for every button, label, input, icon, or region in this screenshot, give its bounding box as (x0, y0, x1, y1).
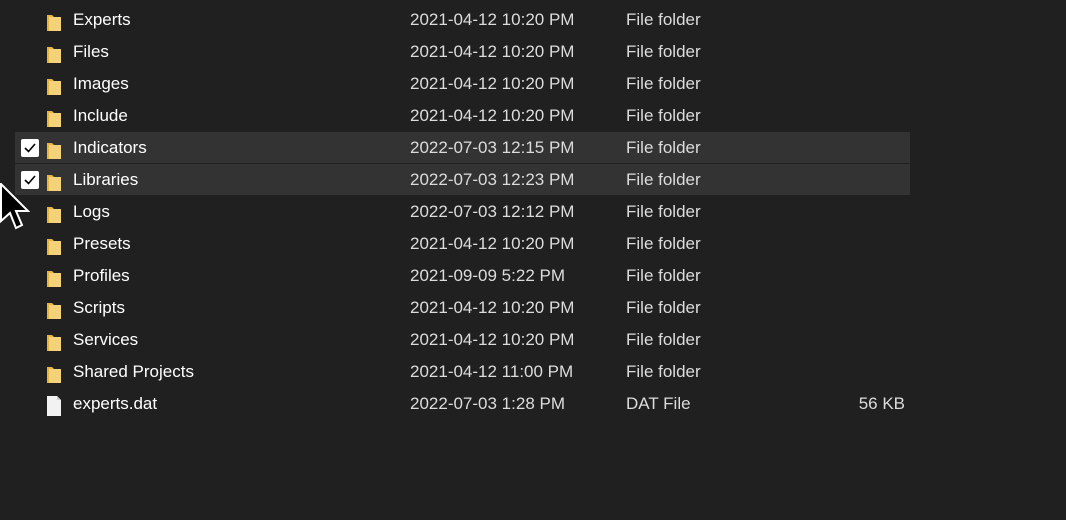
item-date: 2022-07-03 12:15 PM (410, 138, 575, 157)
item-name: Scripts (73, 298, 125, 317)
list-item[interactable]: Files 2021-04-12 10:20 PM File folder (15, 36, 910, 68)
item-date: 2021-04-12 10:20 PM (410, 330, 575, 349)
folder-icon (46, 139, 62, 159)
item-date: 2021-09-09 5:22 PM (410, 266, 565, 285)
folder-icon (46, 43, 62, 63)
item-type: File folder (626, 106, 701, 125)
item-date: 2021-04-12 10:20 PM (410, 298, 575, 317)
folder-icon (46, 11, 62, 31)
item-type: File folder (626, 298, 701, 317)
folder-icon (46, 267, 62, 287)
checkbox[interactable] (21, 139, 39, 157)
list-item[interactable]: Shared Projects 2021-04-12 11:00 PM File… (15, 356, 910, 388)
mouse-cursor-icon (0, 183, 30, 230)
item-type: File folder (626, 330, 701, 349)
list-item[interactable]: Scripts 2021-04-12 10:20 PM File folder (15, 292, 910, 324)
item-name: Include (73, 106, 128, 125)
list-item[interactable]: Libraries 2022-07-03 12:23 PM File folde… (15, 164, 910, 196)
folder-icon (46, 75, 62, 95)
folder-icon (46, 235, 62, 255)
item-date: 2022-07-03 12:23 PM (410, 170, 575, 189)
item-name: experts.dat (73, 394, 158, 413)
item-date: 2021-04-12 10:20 PM (410, 106, 575, 125)
list-item[interactable]: experts.dat 2022-07-03 1:28 PM DAT File … (15, 388, 910, 420)
item-date: 2021-04-12 10:20 PM (410, 74, 575, 93)
item-type: DAT File (626, 394, 691, 413)
file-list: Experts 2021-04-12 10:20 PM File folder … (15, 4, 910, 420)
item-name: Shared Projects (73, 362, 194, 381)
item-name: Libraries (73, 170, 139, 189)
item-name: Indicators (73, 138, 147, 157)
item-type: File folder (626, 42, 701, 61)
item-name: Files (73, 42, 109, 61)
folder-icon (46, 203, 62, 223)
folder-icon (46, 363, 62, 383)
item-type: File folder (626, 170, 701, 189)
item-type: File folder (626, 266, 701, 285)
item-name: Services (73, 330, 139, 349)
item-name: Images (73, 74, 129, 93)
list-item[interactable]: Experts 2021-04-12 10:20 PM File folder (15, 4, 910, 36)
item-name: Logs (73, 202, 110, 221)
list-item[interactable]: Include 2021-04-12 10:20 PM File folder (15, 100, 910, 132)
item-type: File folder (626, 10, 701, 29)
list-item[interactable]: Profiles 2021-09-09 5:22 PM File folder (15, 260, 910, 292)
folder-icon (46, 107, 62, 127)
item-type: File folder (626, 234, 701, 253)
file-icon (46, 395, 62, 416)
list-item[interactable]: Images 2021-04-12 10:20 PM File folder (15, 68, 910, 100)
item-name: Experts (73, 10, 131, 29)
item-type: File folder (626, 202, 701, 221)
folder-icon (46, 171, 62, 191)
item-date: 2022-07-03 12:12 PM (410, 202, 575, 221)
item-date: 2021-04-12 10:20 PM (410, 234, 575, 253)
folder-icon (46, 331, 62, 351)
item-date: 2022-07-03 1:28 PM (410, 394, 565, 413)
item-date: 2021-04-12 10:20 PM (410, 42, 575, 61)
item-name: Presets (73, 234, 131, 253)
folder-icon (46, 299, 62, 319)
item-date: 2021-04-12 11:00 PM (410, 362, 574, 381)
item-type: File folder (626, 138, 701, 157)
item-type: File folder (626, 74, 701, 93)
item-date: 2021-04-12 10:20 PM (410, 10, 575, 29)
list-item[interactable]: Presets 2021-04-12 10:20 PM File folder (15, 228, 910, 260)
list-item[interactable]: Logs 2022-07-03 12:12 PM File folder (15, 196, 910, 228)
item-size: 56 KB (858, 394, 905, 413)
item-name: Profiles (73, 266, 130, 285)
item-type: File folder (626, 362, 701, 381)
list-item[interactable]: Services 2021-04-12 10:20 PM File folder (15, 324, 910, 356)
list-item[interactable]: Indicators 2022-07-03 12:15 PM File fold… (15, 132, 910, 164)
